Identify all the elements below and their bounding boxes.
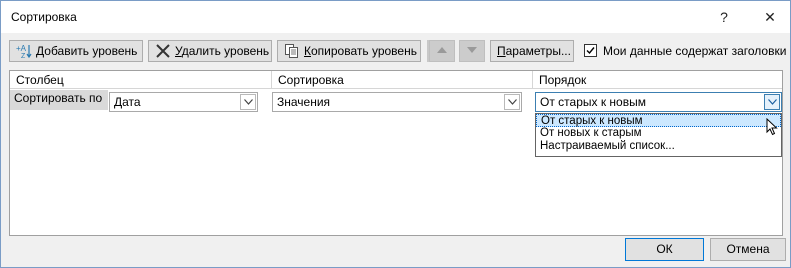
delete-level-label: Удалить уровень — [175, 44, 270, 58]
headers-checkbox[interactable] — [584, 44, 597, 57]
svg-text:+A: +A — [16, 44, 27, 53]
column-select-value: Дата — [114, 95, 141, 109]
header-sort-on: Сортировка — [272, 71, 533, 89]
header-order: Порядок — [533, 71, 782, 89]
move-up-icon — [436, 44, 448, 58]
add-level-button[interactable]: +A Z Добавить уровень — [9, 40, 143, 62]
order-option-custom-list[interactable]: Настраиваемый список... — [536, 140, 781, 153]
delete-level-icon — [155, 43, 171, 59]
ok-button[interactable]: ОК — [625, 238, 704, 261]
order-option-newest-first[interactable]: От новых к старым — [536, 127, 781, 140]
add-level-label: Добавить уровень — [36, 44, 138, 58]
options-label: Параметры... — [497, 44, 571, 58]
delete-level-button[interactable]: Удалить уровень — [148, 40, 272, 62]
cancel-button[interactable]: Отмена — [710, 238, 786, 261]
chevron-down-icon[interactable] — [764, 94, 780, 110]
sort-on-select[interactable]: Значения — [272, 92, 522, 112]
svg-text:Z: Z — [21, 53, 26, 59]
chevron-down-icon[interactable] — [240, 94, 256, 110]
copy-level-icon — [284, 43, 300, 59]
order-select[interactable]: От старых к новым — [535, 92, 782, 112]
move-down-button[interactable] — [459, 40, 485, 62]
checkmark-icon — [586, 47, 595, 55]
sort-dialog: Сортировка ? ✕ +A Z Добавить уровень Удал… — [0, 0, 791, 268]
chevron-down-icon[interactable] — [504, 94, 520, 110]
options-button[interactable]: Параметры... — [490, 40, 574, 62]
move-up-button[interactable] — [429, 40, 455, 62]
column-select[interactable]: Дата — [109, 92, 258, 112]
order-select-value: От старых к новым — [540, 95, 646, 109]
add-level-icon: +A Z — [16, 43, 32, 60]
copy-level-button[interactable]: Копировать уровень — [277, 40, 421, 62]
order-dropdown-list: От старых к новым От новых к старым Наст… — [535, 113, 782, 157]
close-button[interactable]: ✕ — [759, 7, 781, 27]
title-bar: Сортировка ? ✕ — [1, 1, 790, 33]
move-down-icon — [466, 44, 478, 58]
mouse-cursor-icon — [766, 117, 779, 139]
copy-level-label: Копировать уровень — [304, 44, 417, 58]
headers-checkbox-label[interactable]: Мои данные содержат заголовки — [603, 44, 786, 58]
sort-on-select-value: Значения — [277, 95, 331, 109]
row-label: Сортировать по — [10, 90, 108, 110]
header-column: Столбец — [10, 71, 272, 89]
help-button[interactable]: ? — [713, 7, 735, 27]
order-option-oldest-first[interactable]: От старых к новым — [536, 114, 781, 127]
sort-levels-grid: Столбец Сортировка Порядок Сортировать п… — [9, 70, 783, 236]
window-title: Сортировка — [11, 10, 77, 24]
